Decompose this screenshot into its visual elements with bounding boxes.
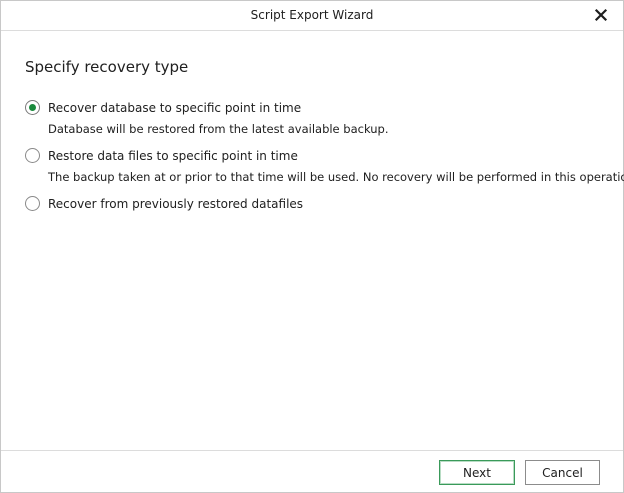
radio-option-restore-datafiles[interactable]: Restore data files to specific point in … xyxy=(25,148,298,163)
radio-button[interactable] xyxy=(25,148,40,163)
wizard-footer: Next Cancel xyxy=(1,450,623,492)
radio-option-description: Database will be restored from the lates… xyxy=(48,122,389,136)
radio-option-description: The backup taken at or prior to that tim… xyxy=(48,170,624,184)
title-bar: Script Export Wizard xyxy=(1,1,623,31)
radio-option-recover-point-in-time[interactable]: Recover database to specific point in ti… xyxy=(25,100,301,115)
close-button[interactable] xyxy=(593,7,609,23)
radio-button-selected[interactable] xyxy=(25,100,40,115)
next-button[interactable]: Next xyxy=(439,460,515,485)
radio-option-label: Recover from previously restored datafil… xyxy=(48,196,304,211)
close-icon xyxy=(594,8,608,22)
window-title: Script Export Wizard xyxy=(250,8,374,22)
radio-button[interactable] xyxy=(25,196,40,211)
radio-option-label: Restore data files to specific point in … xyxy=(48,148,298,163)
page-title: Specify recovery type xyxy=(25,58,189,76)
cancel-button[interactable]: Cancel xyxy=(525,460,600,485)
wizard-window: Script Export Wizard Specify recovery ty… xyxy=(0,0,624,493)
radio-option-label: Recover database to specific point in ti… xyxy=(48,100,302,115)
radio-option-recover-from-restored[interactable]: Recover from previously restored datafil… xyxy=(25,196,303,211)
